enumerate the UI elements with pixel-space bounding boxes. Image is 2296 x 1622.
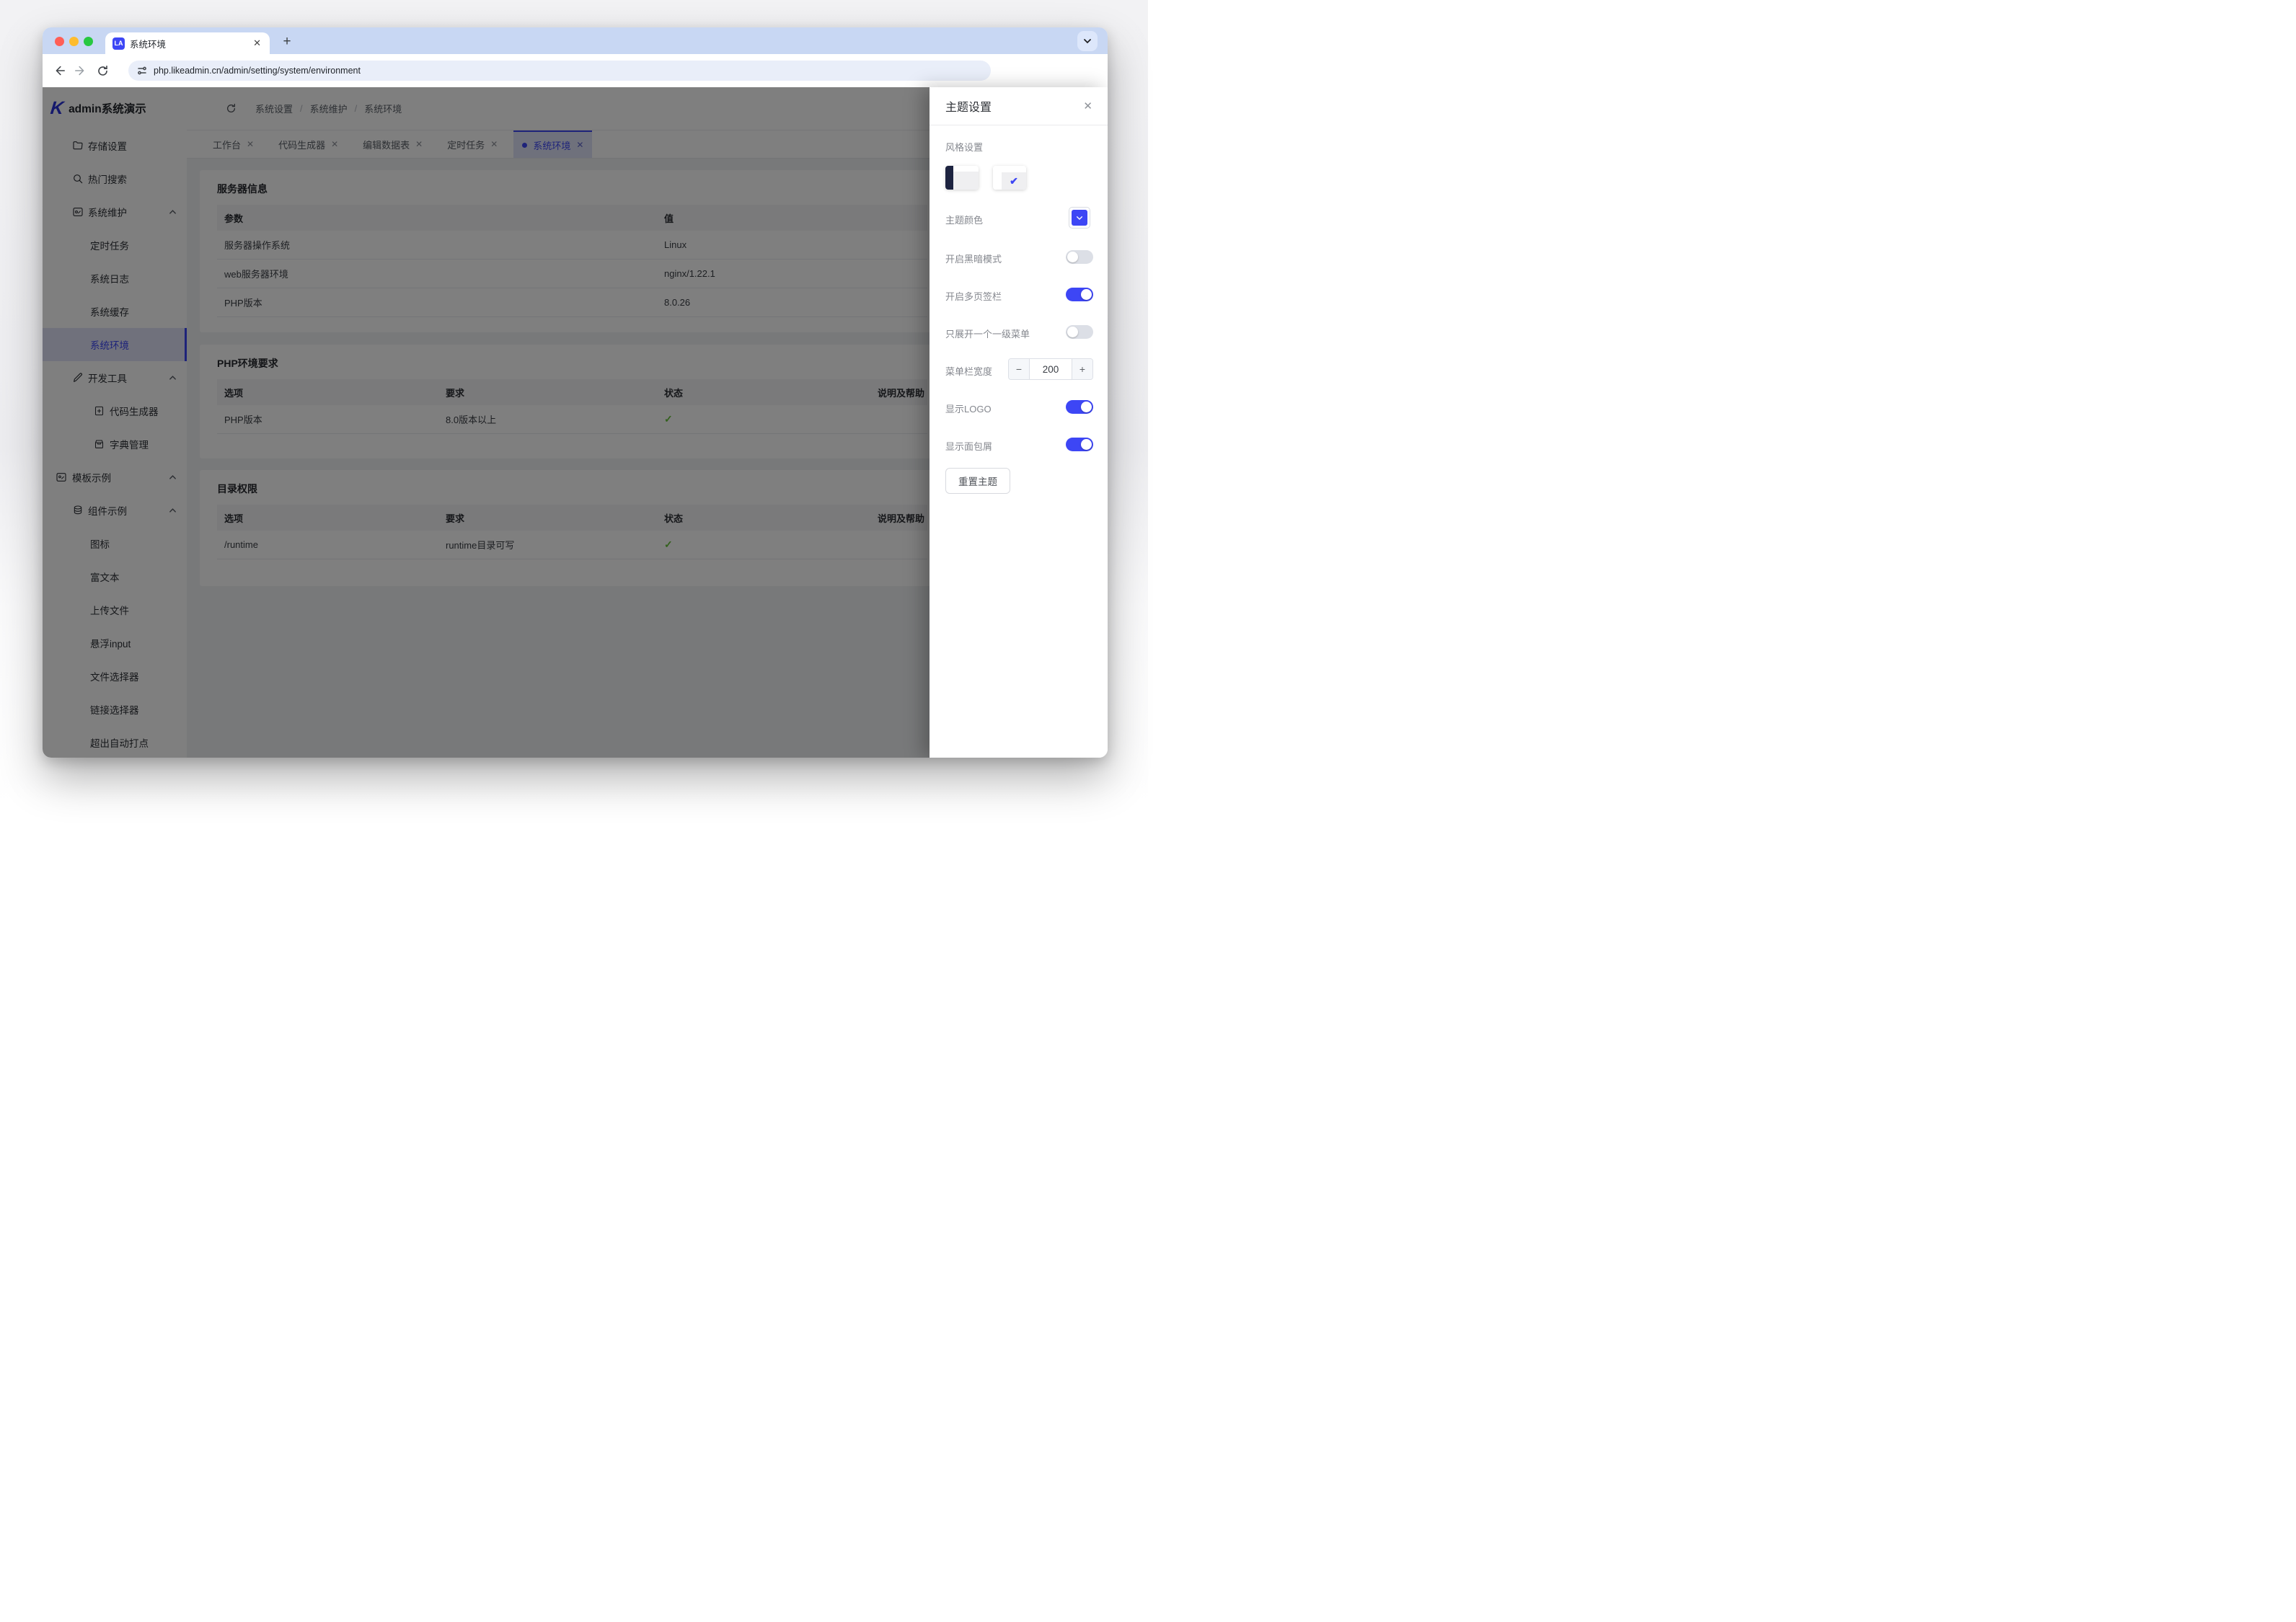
browser-tab[interactable]: LA 系统环境 ✕	[105, 32, 270, 54]
style-option-light-sidebar[interactable]: ✔	[993, 166, 1026, 190]
tab-close-icon[interactable]: ✕	[250, 37, 264, 49]
browser-window: LA 系统环境 ✕ + php.likeadmin.cn/admin/setti…	[43, 27, 1108, 758]
reload-icon	[97, 65, 109, 77]
chevron-down-icon	[1076, 214, 1083, 221]
drawer-title: 主题设置	[945, 97, 992, 115]
reset-theme-button[interactable]: 重置主题	[945, 468, 1010, 494]
single-expand-label: 只展开一个一级菜单	[945, 327, 1030, 340]
forward-button[interactable]	[70, 60, 92, 81]
tab-search-button[interactable]	[1077, 31, 1098, 51]
browser-tabstrip: LA 系统环境 ✕ +	[43, 27, 1108, 54]
chevron-down-icon	[1083, 37, 1092, 45]
site-settings-icon	[137, 66, 147, 76]
dark-mode-label: 开启黑暗模式	[945, 252, 1002, 265]
style-section-label: 风格设置	[945, 140, 983, 154]
browser-toolbar: php.likeadmin.cn/admin/setting/system/en…	[43, 54, 1108, 87]
window-zoom-button[interactable]	[84, 37, 93, 46]
forward-icon	[74, 64, 87, 77]
show-breadcrumb-toggle[interactable]	[1066, 438, 1093, 451]
admin-app: K admin系统演示 存储设置 热门搜索 系统维护 定时任务 系统日志	[43, 87, 1108, 758]
back-icon	[53, 64, 66, 77]
menu-width-label: 菜单栏宽度	[945, 364, 992, 378]
reload-button[interactable]	[92, 60, 113, 81]
multi-tab-toggle[interactable]	[1066, 288, 1093, 301]
theme-settings-drawer: 主题设置 ✕ 风格设置 ✔ 主题颜色 开启黑暗模式 开启多页签栏	[930, 87, 1108, 758]
menu-width-stepper: − 200 +	[1008, 358, 1093, 380]
style-option-dark-sidebar[interactable]	[945, 166, 979, 190]
show-logo-label: 显示LOGO	[945, 402, 992, 415]
menu-width-value[interactable]: 200	[1030, 359, 1072, 379]
modal-overlay[interactable]	[43, 87, 930, 758]
decrease-button[interactable]: −	[1009, 359, 1030, 379]
increase-button[interactable]: +	[1072, 359, 1092, 379]
window-close-button[interactable]	[55, 37, 64, 46]
back-button[interactable]	[48, 60, 70, 81]
show-logo-toggle[interactable]	[1066, 400, 1093, 414]
theme-color-swatch	[1072, 210, 1087, 226]
single-expand-toggle[interactable]	[1066, 325, 1093, 339]
selected-check-icon: ✔	[1010, 175, 1018, 187]
dark-sidebar-thumb-bar	[945, 166, 953, 190]
multi-tab-label: 开启多页签栏	[945, 289, 1002, 303]
site-favicon: LA	[112, 37, 125, 50]
url-text: php.likeadmin.cn/admin/setting/system/en…	[154, 66, 361, 76]
window-minimize-button[interactable]	[69, 37, 79, 46]
theme-color-label: 主题颜色	[945, 213, 983, 226]
url-bar[interactable]: php.likeadmin.cn/admin/setting/system/en…	[128, 61, 991, 81]
new-tab-button[interactable]: +	[277, 32, 297, 52]
theme-color-select[interactable]	[1069, 207, 1090, 229]
show-breadcrumb-label: 显示面包屑	[945, 439, 992, 453]
close-icon[interactable]: ✕	[1083, 99, 1092, 112]
dark-mode-toggle[interactable]	[1066, 250, 1093, 264]
browser-tab-title: 系统环境	[130, 37, 250, 50]
